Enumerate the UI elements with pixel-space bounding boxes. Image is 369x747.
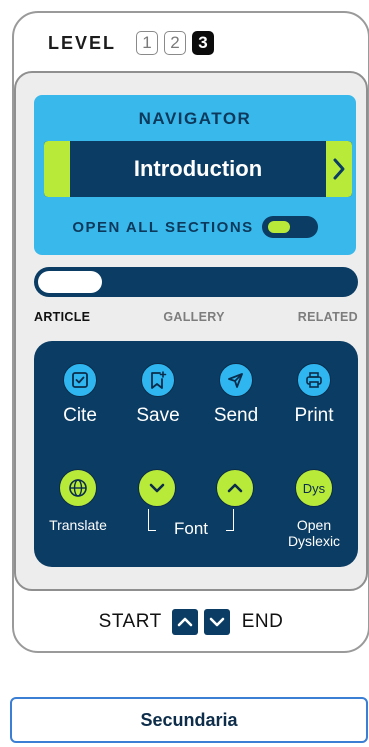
level-option-2[interactable]: 2 (164, 31, 187, 55)
start-label: START (98, 611, 162, 632)
open-dyslexic-button[interactable]: Dys Open Dyslexic (274, 469, 354, 549)
cite-icon (63, 363, 97, 397)
level-label: LEVEL (48, 32, 117, 53)
save-button[interactable]: Save (118, 363, 198, 427)
printer-icon (297, 363, 331, 397)
translate-label: Translate (49, 517, 107, 533)
send-button[interactable]: Send (196, 363, 276, 427)
globe-icon (59, 469, 97, 507)
open-dyslexic-label: Open Dyslexic (287, 517, 341, 549)
font-size-group: Font (148, 509, 234, 538)
previous-section-button[interactable] (44, 141, 70, 197)
open-all-sections-toggle[interactable] (261, 216, 318, 238)
page-navigation: START END (14, 607, 368, 637)
tools-panel: Cite Save Send Print Translate Font Dys … (34, 341, 358, 567)
reading-progress-track[interactable] (34, 267, 358, 297)
chevron-up-icon (177, 617, 193, 627)
section-selector: Introduction (44, 141, 352, 197)
bookmark-add-icon (141, 363, 175, 397)
font-label: Font (173, 519, 209, 538)
dyslexic-font-icon: Dys (295, 469, 333, 507)
tab-gallery[interactable]: GALLERY (163, 310, 224, 324)
tab-related[interactable]: RELATED (298, 310, 358, 324)
open-all-sections-label: OPEN ALL SECTIONS (72, 218, 254, 236)
save-label: Save (136, 405, 180, 426)
chevron-down-icon (138, 469, 176, 507)
next-section-button[interactable] (326, 141, 352, 197)
send-icon (219, 363, 253, 397)
chevron-down-icon (209, 617, 225, 627)
open-all-sections: OPEN ALL SECTIONS (34, 215, 356, 239)
print-label: Print (294, 405, 334, 426)
dys-badge: Dys (302, 480, 326, 496)
scroll-to-end-button[interactable] (203, 609, 230, 635)
main-panel: NAVIGATOR Introduction OPEN ALL SECTIONS (14, 71, 368, 591)
secondary-button[interactable]: Secundaria (10, 697, 368, 743)
reading-progress-thumb[interactable] (38, 271, 102, 293)
font-increase-button[interactable] (195, 469, 275, 507)
chevron-right-icon (333, 158, 345, 180)
content-tabs: ARTICLE GALLERY RELATED (34, 307, 358, 327)
cite-button[interactable]: Cite (40, 363, 120, 427)
navigator-title: NAVIGATOR (138, 109, 252, 128)
end-label: END (241, 611, 284, 632)
toggle-knob (267, 221, 290, 233)
current-section[interactable]: Introduction (70, 141, 326, 197)
level-option-1[interactable]: 1 (136, 31, 159, 55)
chevron-up-icon (216, 469, 254, 507)
level-option-3[interactable]: 3 (192, 31, 215, 55)
tab-article[interactable]: ARTICLE (34, 310, 90, 324)
device-frame: LEVEL 1 2 3 NAVIGATOR Introduction OPEN … (12, 11, 369, 653)
level-bar: LEVEL 1 2 3 (14, 13, 368, 73)
font-decrease-button[interactable] (117, 469, 197, 507)
translate-button[interactable]: Translate (38, 469, 118, 533)
cite-label: Cite (63, 405, 97, 426)
navigator: NAVIGATOR Introduction OPEN ALL SECTIONS (34, 95, 356, 255)
scroll-to-start-button[interactable] (171, 609, 198, 635)
print-button[interactable]: Print (274, 363, 354, 427)
send-label: Send (213, 405, 259, 426)
